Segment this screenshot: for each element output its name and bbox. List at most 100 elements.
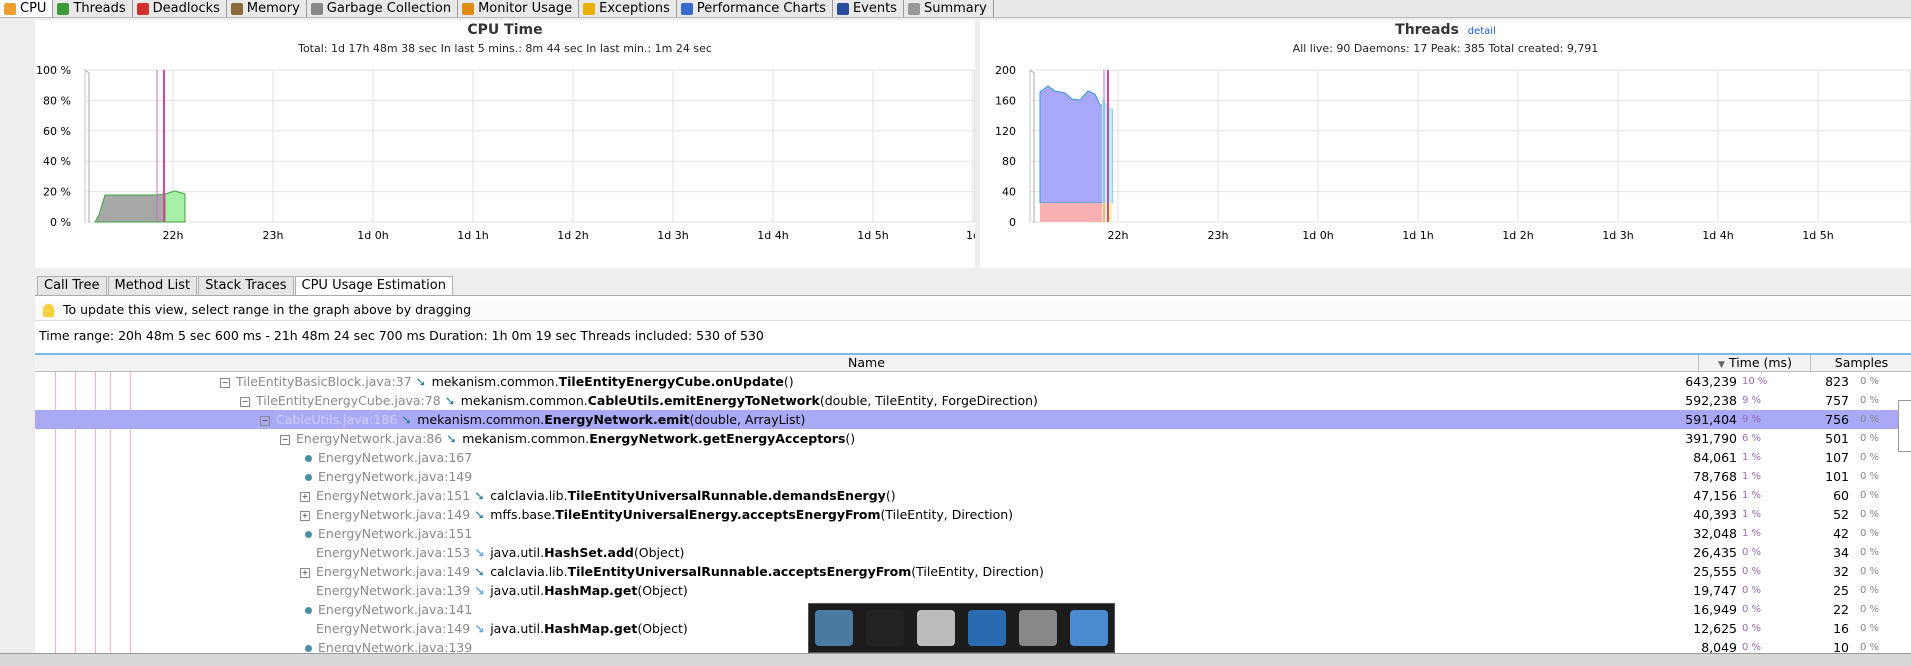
spct-cell: 0 % [1860, 452, 1880, 463]
x-tick-label: 1d 1h [1402, 229, 1433, 242]
method-cls: TileEntityEnergyCube [558, 374, 711, 389]
status-bar [0, 653, 1911, 666]
tab-label: Memory [246, 1, 300, 16]
pct-cell: 1 % [1742, 452, 1762, 463]
view-tabs: CPU Threads Deadlocks Memory Garbage Collect… [0, 0, 1911, 18]
method-cls: HashSet [544, 545, 603, 560]
method-cls: TileEntityUniversalRunnable [567, 564, 768, 579]
tab-label: Garbage Collection [326, 1, 452, 16]
tab-performance-charts[interactable]: Performance Charts [677, 0, 833, 17]
collapse-icon[interactable]: − [260, 415, 270, 426]
threads-stats: All live: 90 Daemons: 17 Peak: 385 Total… [1292, 42, 1599, 55]
y-tick-label: 100 % [36, 64, 71, 77]
y-tick-label: 0 % [50, 216, 71, 229]
threads-detail-link[interactable]: detail [1468, 26, 1496, 37]
desktop-icon[interactable] [815, 610, 854, 646]
tab-memory[interactable]: Memory [227, 0, 307, 17]
spct-cell: 0 % [1860, 433, 1880, 444]
method-args: (double, TileEntity, ForgeDirection) [819, 393, 1038, 408]
cpu-time-stats: Total: 1d 17h 48m 38 sec In last 5 mins.… [298, 42, 712, 55]
table-row[interactable]: − CableUtils.java:186 ➘ mekanism.common.Ene… [35, 410, 1911, 429]
time-cell: 12,625 [1693, 621, 1737, 636]
memory-icon [230, 2, 243, 15]
tab-label: Monitor Usage [478, 1, 573, 16]
tab-garbage-collection[interactable]: Garbage Collection [307, 0, 459, 17]
call-arrow-icon: ➘ [415, 374, 427, 389]
tab-events[interactable]: Events [833, 0, 904, 17]
table-row[interactable]: EnergyNetwork.java:149 78,768 1 % 101 0 % [35, 467, 1911, 486]
x-tick-label: 1d 5h [1802, 229, 1833, 242]
y-tick-label: 80 % [43, 94, 71, 107]
summary-icon [907, 2, 920, 15]
method-args: (Object) [633, 545, 685, 560]
x-tick-label: 22h [163, 229, 184, 242]
expand-icon[interactable]: + [300, 510, 310, 521]
subtab-call-tree[interactable]: Call Tree [37, 276, 107, 296]
folder-icon[interactable] [1069, 610, 1108, 646]
table-row[interactable]: EnergyNetwork.java:151 32,048 1 % 42 0 % [35, 524, 1911, 543]
samples-cell: 101 [1825, 469, 1849, 484]
table-row[interactable]: − TileEntityEnergyCube.java:78 ➘ mekanism.c… [35, 391, 1911, 410]
subtab-cpu-usage-estimation[interactable]: CPU Usage Estimation [294, 276, 453, 296]
spct-cell: 0 % [1860, 490, 1880, 501]
table-row[interactable]: + EnergyNetwork.java:151 ➘ calclavia.lib.Ti… [35, 486, 1911, 505]
x-tick-label: 1d 2h [1502, 229, 1533, 242]
call-site-location: EnergyNetwork.java:151 [316, 488, 471, 503]
tab-cpu[interactable]: CPU [0, 0, 54, 17]
time-cell: 19,747 [1693, 583, 1737, 598]
collapse-icon[interactable]: − [240, 396, 250, 407]
vertical-scrollbar[interactable] [1898, 400, 1911, 452]
call-site-location: EnergyNetwork.java:149 [316, 564, 471, 579]
method-pkg: java.util. [490, 583, 545, 598]
table-row[interactable]: EnergyNetwork.java:139 ↘ java.util.HashMap… [35, 581, 1911, 600]
y-tick-label: 60 % [43, 125, 71, 138]
x-tick-label: 1d 5h [857, 229, 888, 242]
time-cell: 643,239 [1685, 374, 1737, 389]
time-column-header[interactable]: ▼ Time (ms) [1698, 355, 1811, 371]
table-row[interactable]: EnergyNetwork.java:153 ↘ java.util.HashSet… [35, 543, 1911, 562]
search-icon[interactable] [1018, 610, 1057, 646]
time-cell: 25,555 [1693, 564, 1737, 579]
table-row[interactable]: EnergyNetwork.java:167 84,061 1 % 107 0 % [35, 448, 1911, 467]
file-manager-icon[interactable] [917, 610, 956, 646]
collapse-icon[interactable]: − [280, 434, 290, 445]
tab-summary[interactable]: Summary [904, 0, 994, 17]
tab-label: CPU [20, 1, 47, 16]
collapse-icon[interactable]: − [220, 377, 230, 388]
subtab-method-list[interactable]: Method List [107, 276, 198, 296]
method-args: (double, ArrayList) [689, 412, 806, 427]
pct-cell: 0 % [1742, 604, 1762, 615]
tab-label: Summary [923, 1, 987, 16]
tab-deadlocks[interactable]: Deadlocks [133, 0, 227, 17]
samples-cell: 107 [1825, 450, 1849, 465]
samples-column-header[interactable]: Samples [1810, 355, 1911, 371]
method-pkg: mekanism.common. [462, 431, 590, 446]
expand-icon[interactable]: + [300, 567, 310, 578]
cpu-time-chart[interactable]: 100 % 80 % 60 % 40 % 20 % 0 % 22h 23h 1d 0h 1d 1h… [35, 60, 975, 268]
name-column-header[interactable]: Name [35, 355, 1698, 371]
web-browser-icon[interactable] [967, 610, 1006, 646]
y-tick-label: 20 % [43, 186, 71, 199]
pct-cell: 1 % [1742, 471, 1762, 482]
call-site-location: EnergyNetwork.java:149 [318, 469, 473, 484]
samples-cell: 42 [1833, 526, 1849, 541]
threads-chart[interactable]: 200 160 120 80 40 0 22h 23h 1d 0h 1d 1h 1d 2h 1d 3h… [980, 60, 1911, 268]
expand-icon[interactable]: + [300, 491, 310, 502]
call-site-location: EnergyNetwork.java:141 [318, 602, 473, 617]
tab-threads[interactable]: Threads [53, 0, 133, 17]
table-row[interactable]: + EnergyNetwork.java:149 ➘ calclavia.lib.Ti… [35, 562, 1911, 581]
pct-cell: 1 % [1742, 528, 1762, 539]
method-pkg: java.util. [490, 621, 545, 636]
method-meth: .getEnergyAcceptors [697, 431, 846, 446]
tab-exceptions[interactable]: Exceptions [579, 0, 677, 17]
method-pkg: mekanism.common. [460, 393, 588, 408]
method-pkg: java.util. [490, 545, 545, 560]
terminal-icon[interactable] [866, 610, 905, 646]
table-row[interactable]: + EnergyNetwork.java:149 ➘ mffs.base.TileEn… [35, 505, 1911, 524]
spct-cell: 0 % [1860, 604, 1880, 615]
subtab-stack-traces[interactable]: Stack Traces [198, 276, 294, 296]
table-row[interactable]: − TileEntityBasicBlock.java:37 ➘ mekanism.c… [35, 372, 1911, 391]
tab-monitor-usage[interactable]: Monitor Usage [458, 0, 580, 17]
leaf-dot-icon [305, 531, 312, 538]
table-row[interactable]: − EnergyNetwork.java:86 ➘ mekanism.common.E… [35, 429, 1911, 448]
